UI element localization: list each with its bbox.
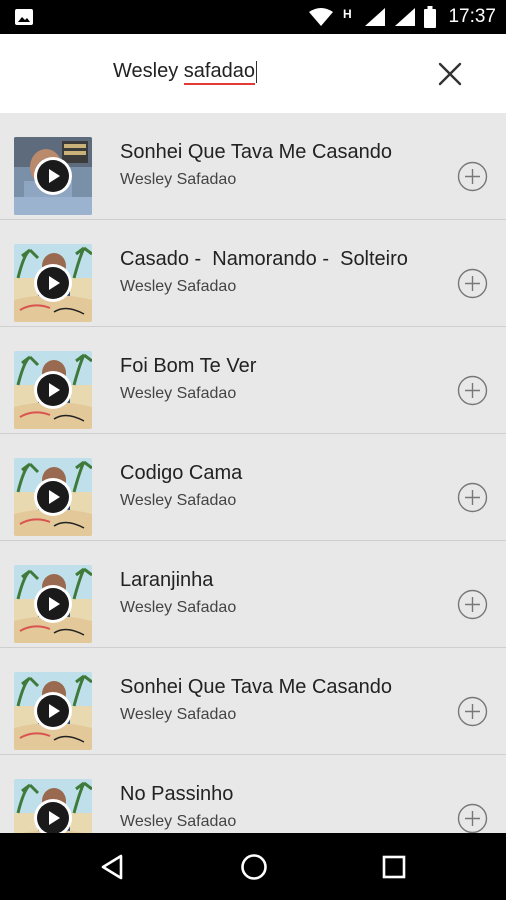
home-circle-icon[interactable] (238, 851, 270, 883)
album-cover[interactable] (14, 137, 92, 215)
song-title: Laranjinha (120, 569, 214, 591)
song-artist: Wesley Safadao (120, 706, 237, 723)
play-icon[interactable] (34, 371, 72, 409)
song-title: Sonhei Que Tava Me Casando (120, 676, 393, 698)
album-cover[interactable] (14, 672, 92, 750)
add-circle-icon[interactable] (457, 268, 488, 299)
play-icon[interactable] (34, 585, 72, 623)
add-circle-icon[interactable] (457, 482, 488, 513)
song-artist: Wesley Safadao (120, 278, 237, 295)
album-cover[interactable] (14, 351, 92, 429)
close-icon[interactable] (436, 60, 464, 88)
navigation-bar (0, 833, 506, 900)
play-icon[interactable] (34, 264, 72, 302)
song-title: Codigo Cama (120, 462, 243, 484)
album-cover[interactable] (14, 565, 92, 643)
search-input[interactable]: Wesley safadao (113, 60, 257, 85)
result-row[interactable]: Sonhei Que Tava Me Casando Wesley Safadao (0, 113, 506, 220)
play-icon[interactable] (34, 478, 72, 516)
song-title: No Passinho (120, 783, 234, 805)
search-bar: Wesley safadao (0, 34, 506, 113)
add-circle-icon[interactable] (457, 589, 488, 620)
battery-icon (424, 6, 437, 28)
play-icon[interactable] (34, 157, 72, 195)
song-artist: Wesley Safadao (120, 599, 237, 616)
result-row[interactable]: Foi Bom Te Ver Wesley Safadao (0, 327, 506, 434)
song-title: Sonhei Que Tava Me Casando (120, 141, 393, 163)
song-title: Foi Bom Te Ver (120, 355, 257, 377)
wifi-icon (309, 8, 334, 26)
album-cover[interactable] (14, 244, 92, 322)
recents-square-icon[interactable] (378, 851, 410, 883)
signal-icon (365, 8, 386, 26)
result-row[interactable]: No Passinho Wesley Safadao (0, 755, 506, 833)
status-bar: H 17:37 (0, 0, 506, 34)
result-row[interactable]: Codigo Cama Wesley Safadao (0, 434, 506, 541)
add-circle-icon[interactable] (457, 803, 488, 833)
song-artist: Wesley Safadao (120, 171, 237, 188)
song-artist: Wesley Safadao (120, 813, 237, 830)
svg-text:H: H (343, 7, 352, 21)
results-list: Sonhei Que Tava Me Casando Wesley Safadao… (0, 113, 506, 833)
search-query-misspelled-word: safadao (183, 60, 255, 85)
signal-icon (395, 8, 416, 26)
play-icon[interactable] (34, 692, 72, 730)
result-row[interactable]: Laranjinha Wesley Safadao (0, 541, 506, 648)
add-circle-icon[interactable] (457, 696, 488, 727)
status-time: 17:37 (448, 6, 496, 27)
song-artist: Wesley Safadao (120, 385, 237, 402)
result-row[interactable]: Casado - Namorando - Solteiro Wesley Safa… (0, 220, 506, 327)
back-triangle-icon[interactable] (97, 851, 129, 883)
album-cover[interactable] (14, 458, 92, 536)
h-signal-icon: H (343, 7, 352, 21)
song-title: Casado - Namorando - Solteiro (120, 248, 408, 270)
result-row[interactable]: Sonhei Que Tava Me Casando Wesley Safadao (0, 648, 506, 755)
album-cover[interactable] (14, 779, 92, 833)
text-caret (255, 60, 257, 83)
add-circle-icon[interactable] (457, 161, 488, 192)
add-circle-icon[interactable] (457, 375, 488, 406)
play-icon[interactable] (34, 799, 72, 833)
gallery-icon (15, 9, 33, 25)
search-query-word: Wesley (113, 60, 184, 82)
song-artist: Wesley Safadao (120, 492, 237, 509)
